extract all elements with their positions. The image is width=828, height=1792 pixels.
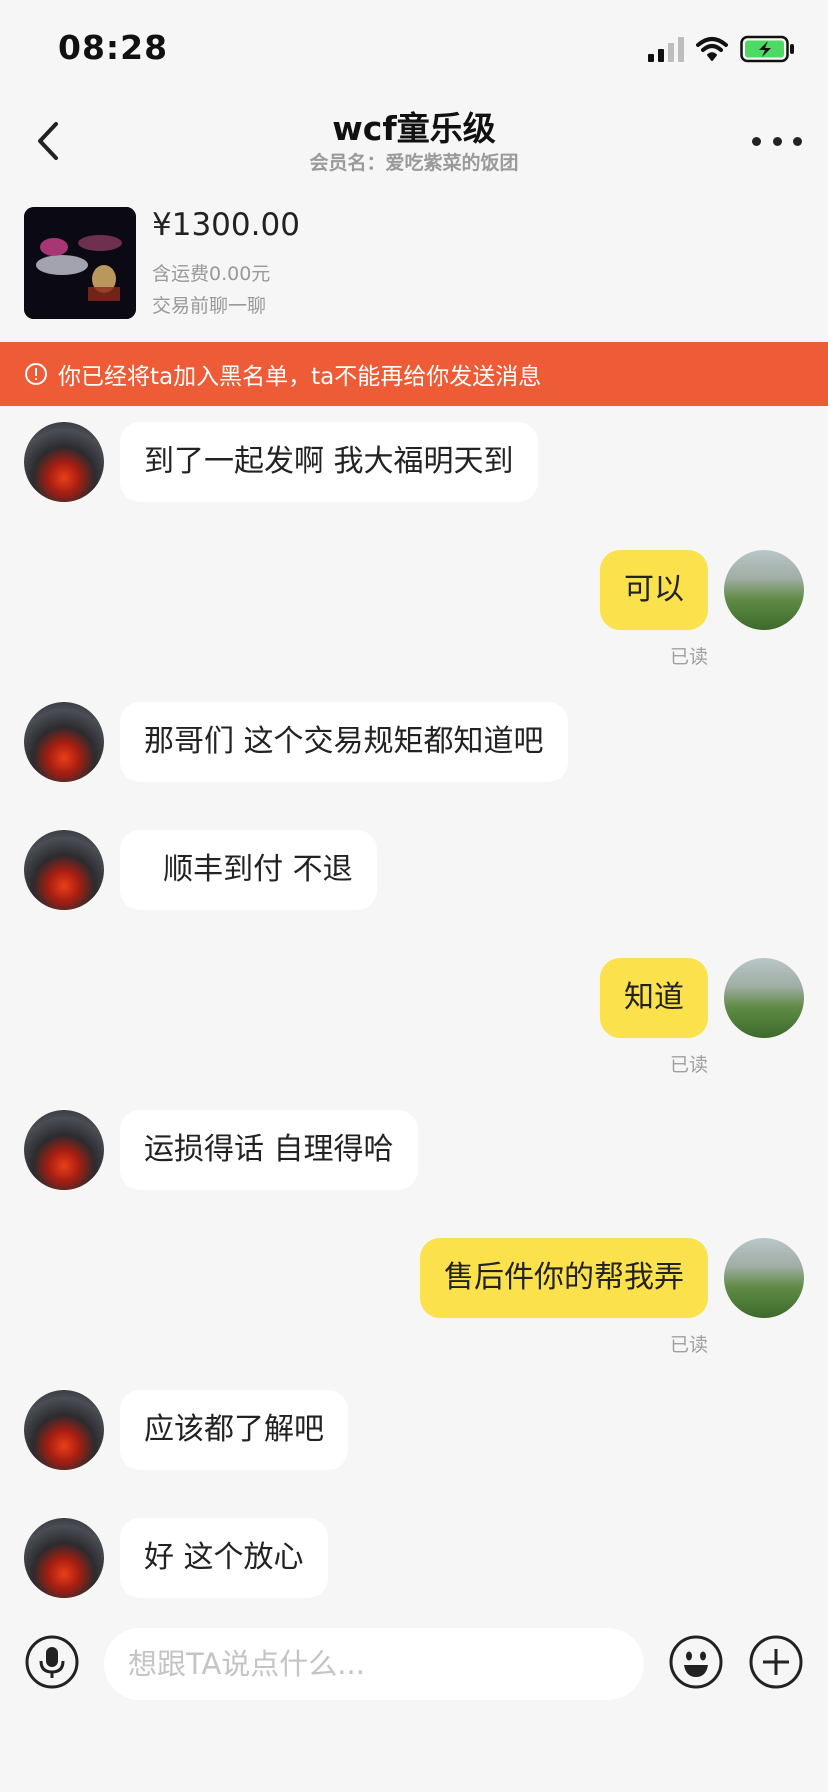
read-status: 已读: [669, 646, 708, 668]
voice-button[interactable]: [24, 1634, 80, 1690]
message-row: 知道 已读: [0, 958, 828, 1078]
contact-avatar[interactable]: [24, 1518, 104, 1598]
contact-avatar[interactable]: [24, 702, 104, 782]
shipping-fee: 含运费0.00元: [152, 263, 271, 285]
my-avatar[interactable]: [724, 958, 804, 1038]
status-icons: [648, 34, 796, 64]
more-button[interactable]: [752, 130, 802, 152]
my-avatar[interactable]: [724, 550, 804, 630]
emoji-button[interactable]: [668, 1634, 724, 1690]
alert-circle-icon: [25, 363, 47, 385]
message-bubble-incoming[interactable]: 到了一起发啊 我大福明天到: [120, 422, 538, 502]
wifi-icon: [696, 37, 728, 61]
message-bubble-outgoing[interactable]: 可以: [600, 550, 708, 630]
message-row: 那哥们 这个交易规矩都知道吧: [0, 702, 828, 782]
more-dot: [793, 136, 802, 146]
read-status: 已读: [669, 1054, 708, 1076]
message-row: 售后件你的帮我弄 已读: [0, 1238, 828, 1358]
product-thumbnail[interactable]: [24, 207, 136, 319]
my-avatar[interactable]: [724, 1238, 804, 1318]
member-name: 会员名：爱吃紫菜的饭团: [309, 152, 519, 174]
chat-header: wcf童乐级 会员名：爱吃紫菜的饭团: [0, 96, 828, 190]
emoji-icon: [669, 1635, 723, 1689]
product-card[interactable]: ¥1300.00 含运费0.00元 交易前聊一聊: [24, 207, 804, 321]
message-input-bar: [0, 1620, 828, 1710]
message-input[interactable]: [104, 1628, 644, 1700]
message-bubble-incoming[interactable]: 顺丰到付 不退: [120, 830, 377, 910]
message-row: 到了一起发啊 我大福明天到: [0, 422, 828, 502]
status-time: 08:28: [58, 28, 169, 67]
message-row: 好 这个放心: [0, 1518, 828, 1598]
message-row: 顺丰到付 不退: [0, 830, 828, 910]
product-price: ¥1300.00: [152, 207, 300, 243]
contact-avatar[interactable]: [24, 422, 104, 502]
chat-title: wcf童乐级: [332, 109, 496, 148]
read-status: 已读: [669, 1334, 708, 1356]
more-dot: [752, 136, 761, 146]
product-note: 交易前聊一聊: [152, 295, 267, 317]
message-bubble-outgoing[interactable]: 知道: [600, 958, 708, 1038]
contact-avatar[interactable]: [24, 1390, 104, 1470]
more-actions-button[interactable]: [748, 1634, 804, 1690]
message-row: 应该都了解吧: [0, 1390, 828, 1470]
signal-bars-icon: [648, 36, 684, 62]
message-row: 运损得话 自理得哈: [0, 1110, 828, 1190]
contact-avatar[interactable]: [24, 1110, 104, 1190]
blacklist-banner: 你已经将ta加入黑名单，ta不能再给你发送消息: [0, 342, 828, 406]
contact-avatar[interactable]: [24, 830, 104, 910]
microphone-icon: [25, 1635, 79, 1689]
battery-charging-icon: [740, 35, 794, 63]
product-image: [24, 207, 136, 319]
banner-text: 你已经将ta加入黑名单，ta不能再给你发送消息: [58, 364, 542, 390]
message-bubble-outgoing[interactable]: 售后件你的帮我弄: [420, 1238, 708, 1318]
plus-circle-icon: [749, 1635, 803, 1689]
message-row: 可以 已读: [0, 550, 828, 670]
status-bar: 08:28: [0, 0, 828, 96]
message-bubble-incoming[interactable]: 应该都了解吧: [120, 1390, 348, 1470]
more-dot: [772, 136, 782, 146]
message-bubble-incoming[interactable]: 那哥们 这个交易规矩都知道吧: [120, 702, 568, 782]
message-bubble-incoming[interactable]: 运损得话 自理得哈: [120, 1110, 418, 1190]
message-bubble-incoming[interactable]: 好 这个放心: [120, 1518, 328, 1598]
